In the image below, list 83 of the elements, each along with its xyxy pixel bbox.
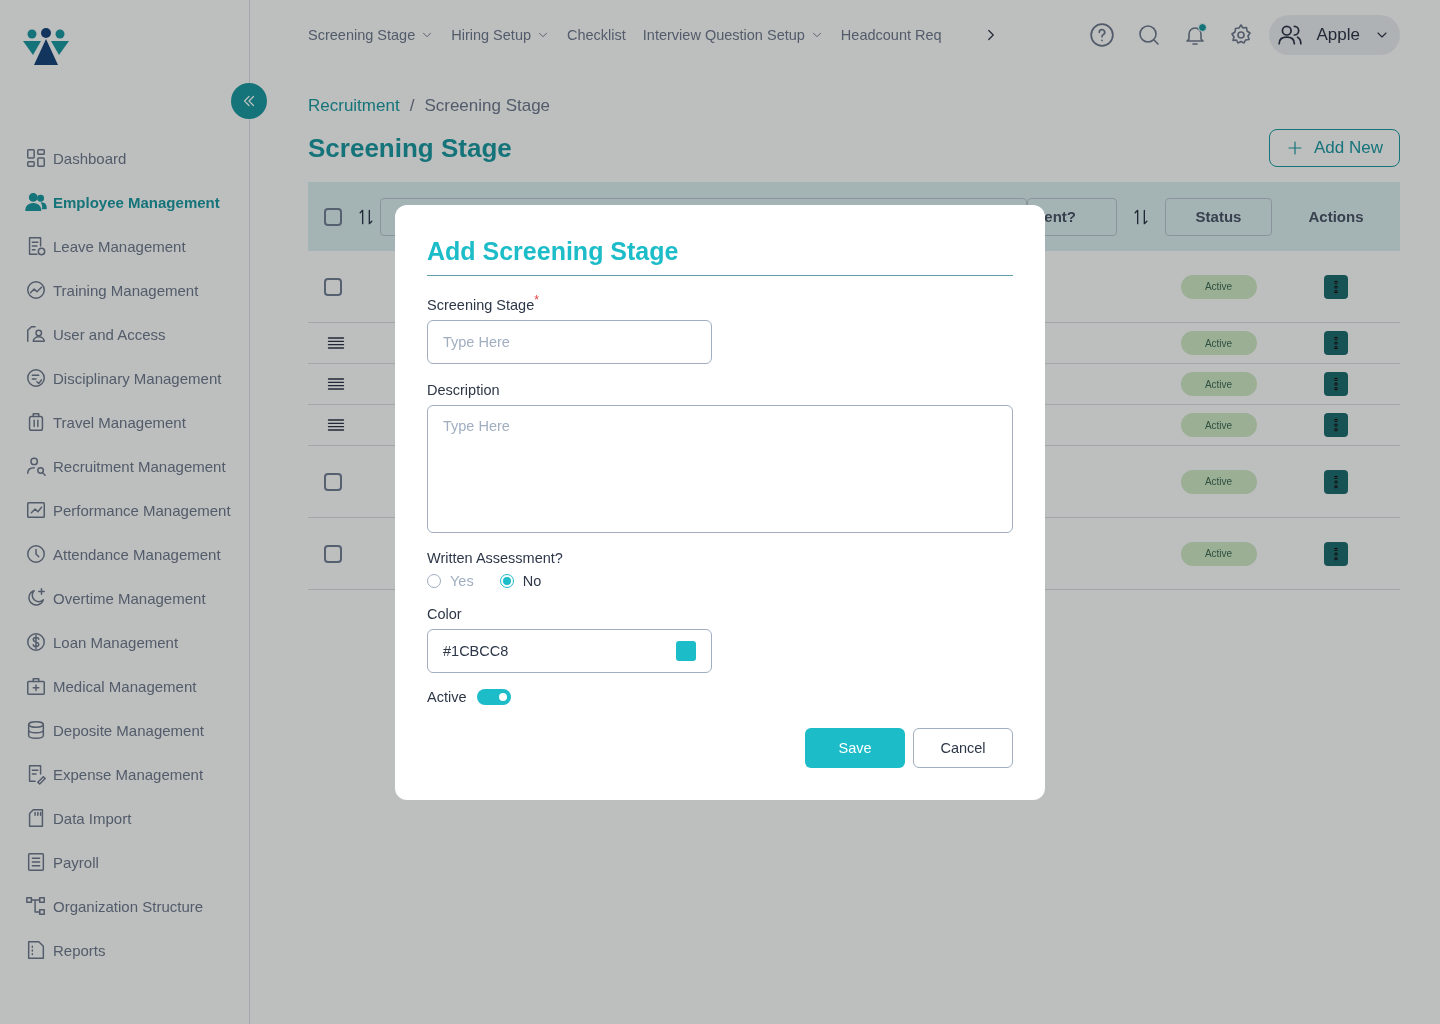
sidebar-item[interactable]: Performance Management (0, 488, 249, 532)
dollar-circle-icon (25, 631, 47, 653)
sidebar-item[interactable]: Overtime Management (0, 576, 249, 620)
sidebar-item[interactable]: Medical Management (0, 664, 249, 708)
status-badge: Active (1180, 274, 1257, 299)
radio-option[interactable]: Yes (427, 573, 474, 589)
cancel-button[interactable]: Cancel (913, 728, 1013, 768)
clock-icon (25, 543, 47, 565)
checkbox[interactable] (324, 277, 342, 296)
sidebar-item[interactable]: Reports (0, 928, 249, 972)
chart-icon (25, 499, 47, 521)
moon-plus-icon (25, 587, 47, 609)
color-field[interactable]: #1CBCC8 (427, 629, 712, 673)
sidebar-item[interactable]: Deposite Management (0, 708, 249, 752)
sidebar-item[interactable]: Expense Management (0, 752, 249, 796)
help-icon[interactable] (1088, 22, 1115, 48)
more-actions-button[interactable] (1324, 541, 1348, 566)
add-new-button[interactable]: Add New (1269, 129, 1400, 167)
field-label: Written Assessment? (427, 550, 564, 566)
sidebar-item[interactable]: Travel Management (0, 400, 249, 444)
file-icon (25, 939, 47, 961)
breadcrumb-separator: / (409, 96, 415, 116)
breadcrumb-current: Screening Stage (424, 96, 551, 116)
list-document-icon (25, 851, 47, 873)
database-icon (25, 719, 47, 741)
status-badge: Active (1180, 541, 1257, 566)
checkbox[interactable] (324, 544, 342, 563)
checkbox[interactable] (324, 472, 342, 491)
user-search-icon (25, 455, 47, 477)
toggle-switch[interactable] (476, 689, 511, 705)
radio-option[interactable]: No (499, 573, 542, 589)
more-actions-button[interactable] (1324, 274, 1348, 299)
sidebar-item[interactable]: Dashboard (0, 136, 249, 180)
status-badge: Active (1180, 469, 1257, 494)
sidebar-item[interactable]: User and Access (0, 312, 249, 356)
chart-circle-icon (25, 279, 47, 301)
people-icon (25, 191, 47, 213)
plus-icon (1286, 139, 1304, 157)
more-actions-button[interactable] (1324, 413, 1348, 437)
color-swatch[interactable] (676, 641, 696, 661)
nav-link[interactable]: Screening Stage (308, 27, 435, 43)
save-button[interactable]: Save (805, 728, 905, 768)
text-area[interactable]: Type Here (427, 405, 1013, 533)
sidebar-item[interactable]: Training Management (0, 268, 249, 312)
column-header: Actions (1308, 208, 1364, 225)
more-actions-button[interactable] (1324, 372, 1348, 396)
field-label: Color (427, 606, 463, 622)
more-actions-button[interactable] (1324, 331, 1348, 355)
input-field[interactable]: Type Here (427, 320, 712, 364)
status-badge: Active (1180, 372, 1257, 396)
sidebar-item[interactable]: Disciplinary Management (0, 356, 249, 400)
grid-icon (25, 147, 47, 169)
settings-icon[interactable] (1228, 23, 1253, 47)
sidebar-item[interactable]: Organization Structure (0, 884, 249, 928)
sidebar-item[interactable]: Data Import (0, 796, 249, 840)
more-actions-button[interactable] (1324, 469, 1348, 494)
user-menu-button[interactable]: Apple (1268, 15, 1400, 55)
logo (22, 28, 70, 66)
sidebar-item[interactable]: Leave Management (0, 224, 249, 268)
sidebar-item[interactable]: Attendance Management (0, 532, 249, 576)
sidebar-item[interactable]: Recruitment Management (0, 444, 249, 488)
sidebar-item[interactable]: Employee Management (0, 180, 249, 224)
sidebar-item[interactable]: Payroll (0, 840, 249, 884)
user-folder-icon (25, 323, 47, 345)
breadcrumb-link[interactable]: Recruitment (308, 96, 400, 116)
search-icon[interactable] (1136, 23, 1161, 47)
medical-kit-icon (25, 675, 47, 697)
field-label: Active (427, 689, 467, 705)
field-label: Description (427, 382, 501, 398)
hierarchy-icon (25, 895, 47, 917)
page-title: Screening Stage (308, 132, 512, 164)
nav-link[interactable]: Headcount Req (840, 27, 942, 43)
nav-link[interactable]: Checklist (567, 27, 626, 43)
nav-link[interactable]: Hiring Setup (451, 27, 550, 43)
checkbox[interactable] (324, 207, 342, 226)
nav-link[interactable]: Interview Question Setup (642, 27, 824, 43)
modal-title: Add Screening Stage (427, 237, 1013, 276)
status-badge: Active (1180, 413, 1257, 437)
sidebar-item[interactable]: Loan Management (0, 620, 249, 664)
status-badge: Active (1180, 331, 1257, 355)
field-label: Screening Stage$^{*}$ (427, 293, 540, 313)
collapse-sidebar-button[interactable] (231, 83, 267, 119)
message-circle-icon (25, 367, 47, 389)
